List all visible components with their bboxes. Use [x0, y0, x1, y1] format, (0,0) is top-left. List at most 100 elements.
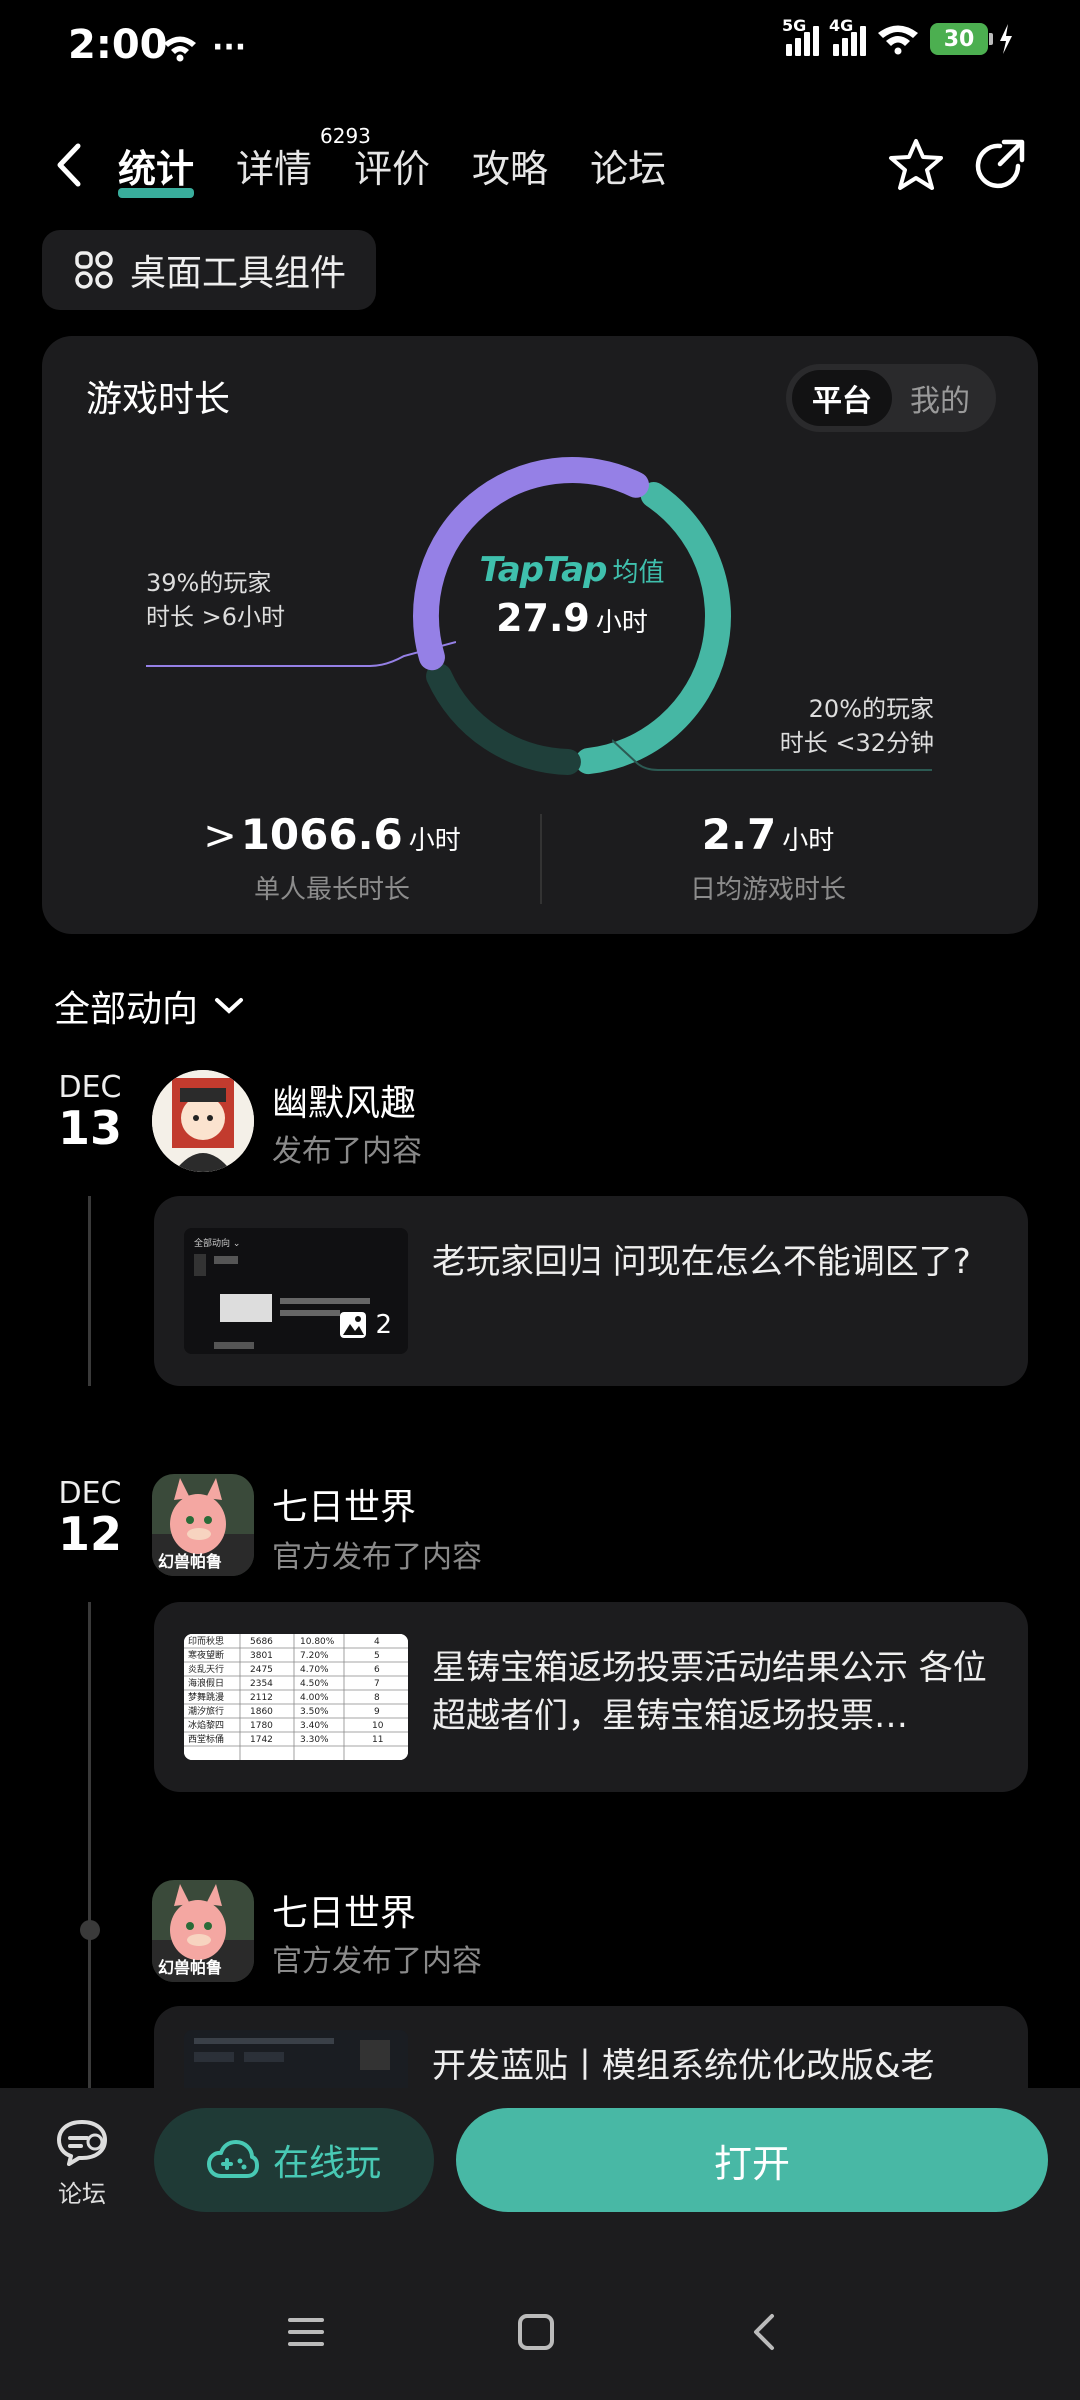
average-value: 27.9 小时	[452, 596, 692, 640]
game-avatar[interactable]: 幻兽帕鲁	[152, 1474, 254, 1576]
timeline-line	[88, 1602, 91, 2090]
tab-guides[interactable]: 攻略	[472, 138, 548, 194]
system-navigation-bar	[0, 2290, 1080, 2380]
status-left-icons: ···	[162, 30, 246, 65]
wifi6-icon	[878, 25, 918, 55]
post-thumbnail: 印而秋思 5686 10.80% 4 寒夜望断 3801 7.20% 5 炎乱天行 2475 4.7…	[184, 1634, 408, 1760]
svg-text:7.20%: 7.20%	[300, 1651, 329, 1661]
cloud-gamepad-icon	[206, 2140, 259, 2178]
widget-button-label: 桌面工具组件	[130, 253, 347, 294]
average-unit: 小时	[595, 608, 648, 638]
svg-text:3.50%: 3.50%	[300, 1707, 329, 1717]
post-title: 开发蓝贴丨模组系统优化改版&老	[432, 2046, 935, 2086]
svg-text:6: 6	[374, 1665, 380, 1675]
activity-filter[interactable]: 全部动向	[54, 980, 246, 1032]
daily-playtime-label: 日均游戏时长	[689, 875, 846, 905]
svg-text:10.80%: 10.80%	[300, 1637, 335, 1647]
post-title: 星铸宝箱返场投票活动结果公示 各位超越者们，星铸宝箱返场投票…	[432, 1648, 987, 1736]
date-label: DEC 13	[57, 1070, 122, 1155]
post-action: 官方发布了内容	[272, 1540, 482, 1575]
svg-text:潮汐旅行: 潮汐旅行	[188, 1705, 224, 1717]
svg-text:冰焰黎四: 冰焰黎四	[188, 1719, 224, 1731]
tab-forum[interactable]: 论坛	[590, 138, 666, 194]
post-author[interactable]: 幽默风趣	[272, 1074, 416, 1126]
recent-apps-icon[interactable]	[286, 2312, 326, 2352]
svg-text:11: 11	[372, 1735, 383, 1745]
image-icon	[340, 1312, 367, 1338]
top-navigation: 统计 详情 评价 攻略 论坛 6293	[0, 124, 1080, 208]
post-thumbnail: 全部动向 ⌄ 2	[184, 1228, 408, 1354]
svg-text:3.40%: 3.40%	[300, 1721, 329, 1731]
toggle-mine[interactable]: 我的	[890, 370, 990, 426]
avatar-caption: 幻兽帕鲁	[158, 1552, 223, 1571]
taptap-logo: TapTap	[479, 550, 608, 590]
tab-bar: 统计 详情 评价 攻略 论坛	[118, 138, 666, 198]
max-playtime-stat: >1066.6 小时 单人最长时长	[142, 810, 522, 906]
svg-text:2475: 2475	[250, 1665, 273, 1675]
post-author[interactable]: 七日世界	[272, 1478, 416, 1530]
back-nav-icon[interactable]	[746, 2312, 786, 2352]
toggle-platform[interactable]: 平台	[792, 370, 892, 426]
chevron-down-icon	[215, 998, 244, 1014]
post-author[interactable]: 七日世界	[272, 1884, 416, 1936]
more-dots: ···	[212, 30, 247, 65]
forum-button[interactable]: 论坛	[40, 2118, 124, 2209]
post-action: 发布了内容	[272, 1134, 422, 1169]
playtime-card: 游戏时长 平台 我的 TapTap 均值 27.9 小时 39%的玩家 时长 >6小…	[42, 336, 1038, 934]
daily-playtime-value: 2.7	[701, 810, 777, 859]
svg-text:4.00%: 4.00%	[300, 1693, 329, 1703]
date-label: DEC 12	[57, 1476, 122, 1561]
svg-text:9: 9	[374, 1707, 380, 1717]
tab-stats[interactable]: 统计	[118, 138, 195, 198]
platform-mine-toggle[interactable]: 平台 我的	[786, 364, 996, 432]
note-long-players: 39%的玩家 时长 >6小时	[146, 569, 286, 631]
svg-text:印而秋思: 印而秋思	[188, 1635, 224, 1647]
svg-text:5686: 5686	[250, 1637, 273, 1647]
max-playtime-value: 1066.6	[240, 810, 403, 859]
post-title: 老玩家回归 问现在怎么不能调区了?	[432, 1242, 971, 1282]
star-icon[interactable]	[886, 136, 946, 196]
timeline-dot	[80, 1920, 100, 1940]
game-avatar[interactable]: 幻兽帕鲁	[152, 1880, 254, 1982]
svg-text:10: 10	[372, 1721, 384, 1731]
wifi-icon	[164, 36, 196, 61]
tab-details[interactable]: 详情	[236, 138, 312, 194]
leader-line-left	[146, 641, 456, 667]
open-game-button[interactable]: 打开	[456, 2108, 1048, 2212]
average-suffix: 均值	[612, 558, 665, 588]
post-card[interactable]: 全部动向 ⌄ 2 老玩家回归 问现在怎么不能调区了?	[154, 1196, 1028, 1386]
avatar-caption: 幻兽帕鲁	[158, 1958, 223, 1977]
svg-text:5: 5	[374, 1651, 380, 1661]
timeline-line	[88, 1196, 91, 1386]
max-playtime-label: 单人最长时长	[253, 875, 410, 905]
avatar[interactable]	[152, 1070, 254, 1172]
share-icon[interactable]	[970, 136, 1030, 196]
svg-text:1742: 1742	[250, 1735, 273, 1745]
svg-text:2112: 2112	[250, 1693, 273, 1703]
stat-divider	[540, 814, 542, 904]
post-card[interactable]: 印而秋思 5686 10.80% 4 寒夜望断 3801 7.20% 5 炎乱天行 2475 4.7…	[154, 1602, 1028, 1792]
image-count: 2	[339, 1310, 392, 1340]
play-online-button[interactable]: 在线玩	[154, 2108, 434, 2212]
svg-text:3.30%: 3.30%	[300, 1735, 329, 1745]
svg-text:1780: 1780	[250, 1721, 273, 1731]
desktop-widget-button[interactable]: 桌面工具组件	[42, 230, 376, 310]
svg-text:2354: 2354	[250, 1679, 273, 1689]
back-arrow-icon[interactable]	[50, 140, 90, 190]
svg-text:4.50%: 4.50%	[300, 1679, 329, 1689]
svg-text:1860: 1860	[250, 1707, 273, 1717]
signal-4g-icon: 4G	[829, 16, 866, 56]
review-count-badge: 6293	[320, 124, 371, 148]
platform-average-label: TapTap 均值	[452, 550, 692, 590]
clock: 2:00	[68, 22, 168, 68]
home-icon[interactable]	[516, 2312, 556, 2352]
card-title: 游戏时长	[86, 379, 231, 420]
daily-playtime-stat: 2.7 小时 日均游戏时长	[578, 810, 958, 906]
average-number: 27.9	[496, 596, 590, 640]
svg-text:4: 4	[374, 1637, 380, 1647]
charging-icon	[1000, 24, 1012, 54]
svg-text:西堂标俑: 西堂标俑	[188, 1733, 224, 1745]
svg-text:梦舞跳漫: 梦舞跳漫	[188, 1691, 224, 1703]
battery-indicator: 30	[930, 23, 993, 55]
post-action: 官方发布了内容	[272, 1944, 482, 1979]
